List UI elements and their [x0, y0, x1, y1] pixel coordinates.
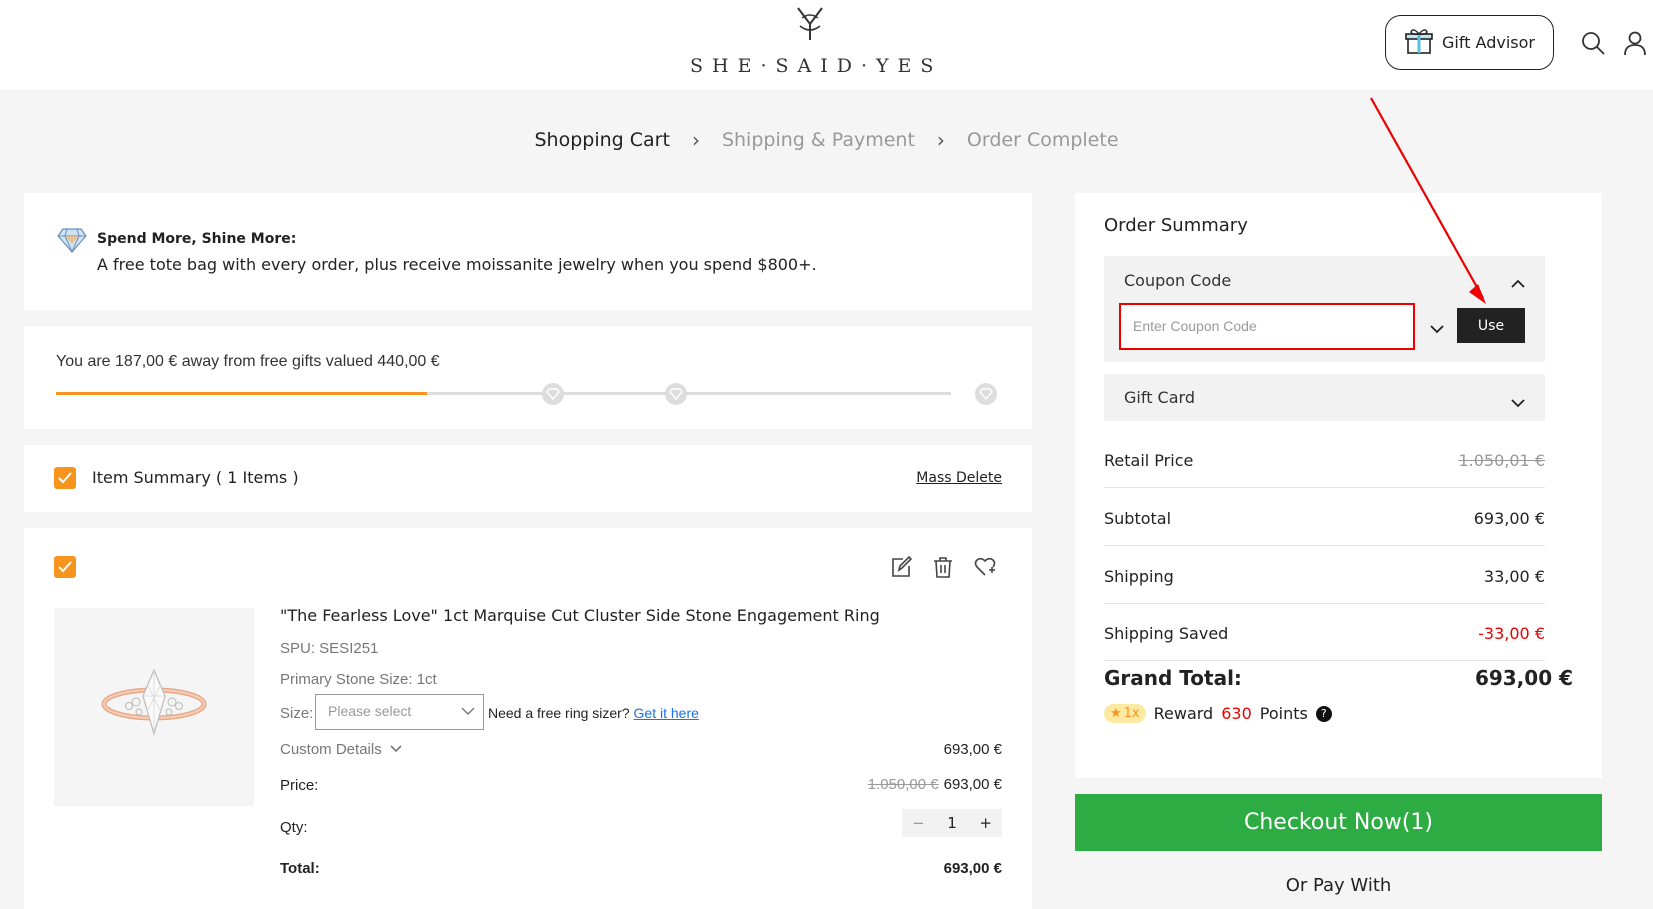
product-spu: SPU: SESI251 — [280, 640, 379, 657]
brand-logo[interactable]: SHE·SAID·YES — [690, 4, 943, 77]
total-value: 693,00 € — [943, 860, 1002, 877]
reward-prefix: Reward — [1153, 704, 1214, 723]
size-label: Size: — [280, 705, 314, 722]
qty-label: Qty: — [280, 819, 308, 836]
increment-icon[interactable]: + — [979, 814, 992, 832]
price-value: 1.050,00 €693,00 € — [868, 776, 1002, 793]
order-summary-title: Order Summary — [1104, 215, 1248, 236]
reward-points: ★ 1x Reward 630 Points ? — [1104, 704, 1332, 723]
total-label: Total: — [280, 860, 320, 877]
chevron-up-icon[interactable] — [1511, 274, 1525, 293]
gift-card-label: Gift Card — [1124, 388, 1195, 407]
product-primary-stone: Primary Stone Size: 1ct — [280, 671, 437, 688]
grand-total-label: Grand Total: — [1104, 666, 1242, 690]
size-select[interactable]: Please select — [315, 694, 484, 730]
shipping-saved-value: -33,00 € — [1478, 624, 1545, 643]
cart-item: "The Fearless Love" 1ct Marquise Cut Clu… — [24, 528, 1032, 909]
checkmark-icon — [58, 561, 72, 573]
custom-details-price: 693,00 € — [943, 741, 1002, 758]
product-title[interactable]: "The Fearless Love" 1ct Marquise Cut Clu… — [280, 606, 880, 625]
star-icon: ★ — [1110, 706, 1122, 721]
gift-card-section[interactable]: Gift Card — [1104, 374, 1545, 421]
gift-advisor-label: Gift Advisor — [1442, 33, 1535, 52]
gift-progress-text: You are 187,00 € away from free gifts va… — [56, 353, 440, 370]
order-summary-panel: Order Summary Coupon Code Enter Coupon C… — [1075, 193, 1602, 778]
ring-image-icon — [101, 668, 207, 737]
logo-text: SHE·SAID·YES — [690, 55, 943, 77]
wishlist-heart-icon[interactable] — [974, 556, 996, 578]
ring-sizer-offer: Need a free ring sizer? Get it here — [488, 705, 699, 721]
gift-milestone-icon — [665, 383, 687, 405]
edit-icon[interactable] — [890, 555, 913, 578]
use-coupon-button[interactable]: Use — [1457, 308, 1525, 343]
coupon-label[interactable]: Coupon Code — [1124, 271, 1231, 290]
custom-details-label: Custom Details — [280, 741, 382, 758]
help-icon[interactable]: ? — [1315, 705, 1332, 722]
gift-milestone-icon — [975, 383, 997, 405]
checkout-button[interactable]: Checkout Now(1) — [1075, 794, 1602, 851]
mass-delete-link[interactable]: Mass Delete — [916, 470, 1002, 486]
product-image[interactable] — [54, 608, 254, 806]
retail-price-value: 1.050,01 € — [1458, 451, 1545, 470]
or-pay-with-label: Or Pay With — [1285, 875, 1392, 896]
coupon-input[interactable]: Enter Coupon Code — [1119, 303, 1415, 350]
chevron-right-icon: › — [691, 128, 700, 152]
step-order-complete: Order Complete — [966, 129, 1119, 151]
coupon-section: Coupon Code Enter Coupon Code Use — [1104, 256, 1545, 362]
ring-sizer-link[interactable]: Get it here — [634, 705, 699, 721]
gift-progress-panel: You are 187,00 € away from free gifts va… — [24, 326, 1032, 429]
diamond-icon — [57, 226, 87, 258]
reward-badge: ★ 1x — [1104, 704, 1146, 723]
search-icon[interactable] — [1580, 30, 1606, 56]
promo-text: A free tote bag with every order, plus r… — [97, 255, 817, 274]
coupon-dropdown-icon[interactable] — [1430, 319, 1444, 338]
reward-multiplier: 1x — [1123, 706, 1140, 721]
item-summary-label: Item Summary ( 1 Items ) — [92, 468, 299, 487]
select-all-checkbox[interactable] — [54, 467, 76, 489]
quantity-stepper: − 1 + — [902, 809, 1002, 837]
chevron-right-icon: › — [936, 128, 945, 152]
reward-suffix: Points — [1259, 704, 1308, 723]
logo-mark-icon — [690, 4, 930, 51]
retail-price-label: Retail Price — [1104, 451, 1194, 470]
promo-banner: Spend More, Shine More: A free tote bag … — [24, 193, 1032, 310]
gift-advisor-button[interactable]: Gift Advisor — [1385, 15, 1554, 70]
subtotal-row: Subtotal 693,00 € — [1104, 491, 1545, 546]
retail-price-row: Retail Price 1.050,01 € — [1104, 433, 1545, 488]
shipping-saved-label: Shipping Saved — [1104, 624, 1229, 643]
original-price: 1.050,00 € — [867, 776, 939, 793]
subtotal-label: Subtotal — [1104, 509, 1172, 528]
trash-icon[interactable] — [932, 556, 954, 578]
sale-price: 693,00 € — [943, 776, 1002, 793]
grand-total-value: 693,00 € — [1474, 666, 1573, 690]
item-summary-panel: Item Summary ( 1 Items ) Mass Delete — [24, 445, 1032, 512]
shipping-value: 33,00 € — [1483, 567, 1545, 586]
gift-box-icon — [1404, 26, 1434, 60]
step-shipping-payment: Shipping & Payment — [721, 129, 915, 151]
checkmark-icon — [58, 472, 72, 484]
price-label: Price: — [280, 777, 319, 794]
shipping-label: Shipping — [1104, 567, 1174, 586]
shipping-saved-row: Shipping Saved -33,00 € — [1104, 606, 1545, 661]
reward-points-value: 630 — [1221, 704, 1252, 723]
account-icon[interactable] — [1622, 30, 1648, 56]
site-header: SHE·SAID·YES Gift Advisor — [0, 0, 1653, 90]
quantity-value[interactable]: 1 — [947, 814, 957, 832]
chevron-down-icon — [461, 704, 475, 721]
checkout-steps: Shopping Cart › Shipping & Payment › Ord… — [0, 128, 1653, 152]
step-shopping-cart[interactable]: Shopping Cart — [534, 129, 669, 151]
chevron-down-icon — [390, 741, 402, 758]
chevron-down-icon — [1511, 393, 1525, 412]
subtotal-value: 693,00 € — [1473, 509, 1545, 528]
promo-title: Spend More, Shine More: — [97, 231, 297, 247]
gift-milestone-icon — [542, 383, 564, 405]
gift-progress-fill — [56, 392, 428, 395]
size-select-value: Please select — [328, 703, 412, 719]
item-checkbox[interactable] — [54, 556, 76, 578]
gift-progress-bar — [56, 392, 951, 395]
shipping-row: Shipping 33,00 € — [1104, 549, 1545, 604]
ring-sizer-text: Need a free ring sizer? — [488, 705, 630, 721]
decrement-icon[interactable]: − — [912, 814, 925, 832]
custom-details-toggle[interactable]: Custom Details — [280, 741, 402, 758]
